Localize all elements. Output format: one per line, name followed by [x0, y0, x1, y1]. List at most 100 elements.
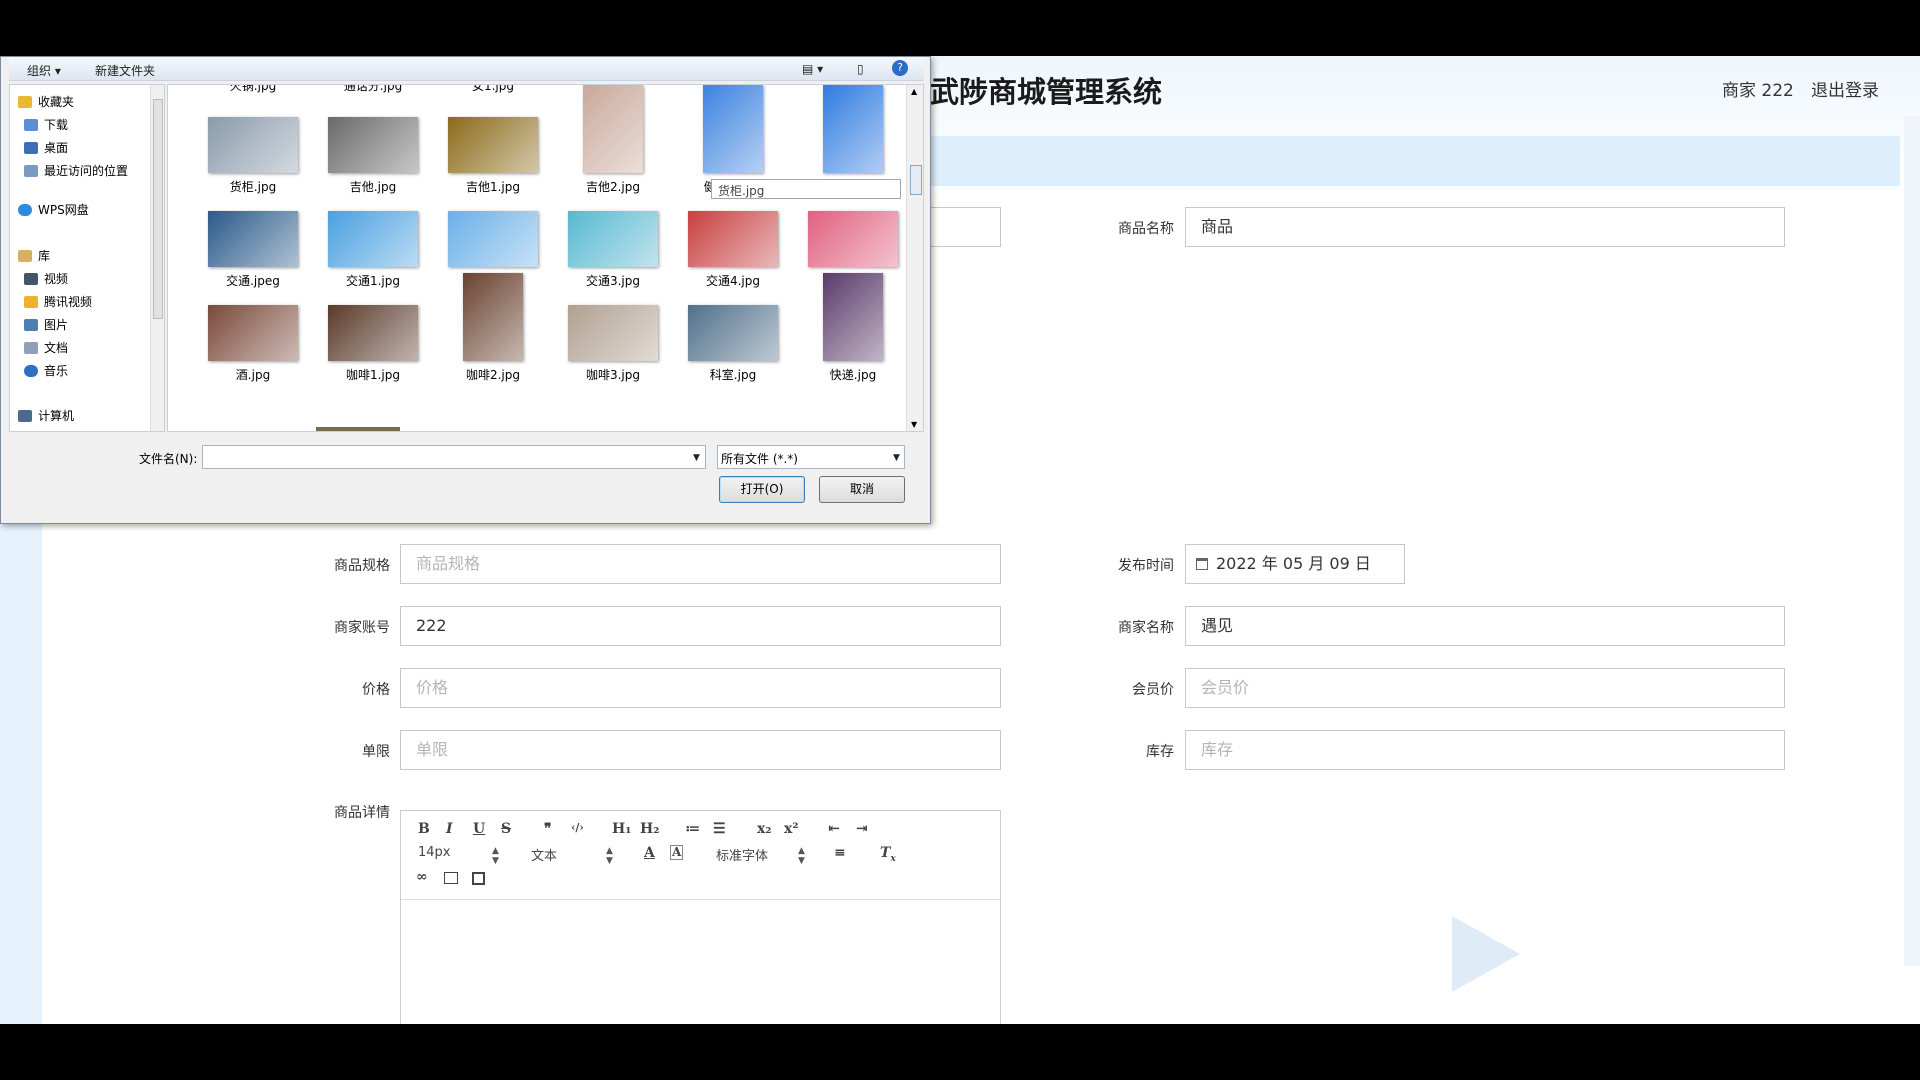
- outdent-button[interactable]: ⇤: [828, 821, 840, 837]
- file-thumbnail: [688, 211, 778, 267]
- align-icon[interactable]: ≡: [834, 845, 846, 861]
- partial-thumbnail: [316, 427, 400, 431]
- nav-scroll-thumb[interactable]: [153, 99, 163, 319]
- strike-button[interactable]: S: [501, 821, 511, 837]
- file-item[interactable]: 咖啡1.jpg: [318, 283, 428, 383]
- merchant-account-input[interactable]: 222: [400, 606, 1001, 646]
- font-size-caret-icon: ▲ ▼: [492, 846, 499, 866]
- scrollbar[interactable]: [1904, 116, 1920, 966]
- clear-format-icon[interactable]: Tx: [880, 845, 896, 864]
- help-icon[interactable]: ?: [892, 60, 908, 76]
- file-thumbnail: [328, 117, 418, 173]
- scroll-down-arrow-icon[interactable]: ▼: [911, 420, 917, 429]
- rich-text-editor[interactable]: B I U S ❞ ‹/› H₁ H₂ ≔ ☰ x₂ x² ⇤ ⇥ 14px ▲…: [400, 810, 1001, 1024]
- file-tooltip: 货柜.jpg: [711, 179, 901, 199]
- stock-input[interactable]: 库存: [1185, 730, 1785, 770]
- nav-library[interactable]: 库: [18, 247, 50, 264]
- nav-downloads[interactable]: 下载: [24, 116, 68, 133]
- bullet-list-button[interactable]: ☰: [713, 821, 726, 837]
- nav-desktop[interactable]: 桌面: [24, 139, 68, 156]
- filetype-dropdown-icon[interactable]: ▼: [893, 453, 900, 463]
- file-item[interactable]: 咖啡2.jpg: [438, 273, 548, 383]
- file-thumbnail: [823, 85, 883, 173]
- indent-button[interactable]: ⇥: [856, 821, 868, 837]
- price-label: 价格: [362, 682, 390, 698]
- file-item[interactable]: 交通3.jpg: [558, 189, 668, 289]
- open-button[interactable]: 打开(O): [719, 476, 805, 503]
- file-name: 咖啡3.jpg: [585, 368, 641, 382]
- desktop-icon: [24, 142, 38, 154]
- nav-recent[interactable]: 最近访问的位置: [24, 162, 128, 179]
- h1-button[interactable]: H₁: [612, 821, 631, 837]
- text-type-select[interactable]: 文本: [531, 845, 557, 864]
- font-size-select[interactable]: 14px: [418, 845, 451, 860]
- file-item[interactable]: 吉他.jpg: [318, 95, 428, 195]
- nav-scrollbar[interactable]: [150, 85, 164, 431]
- scroll-up-arrow-icon[interactable]: ▲: [911, 87, 917, 96]
- new-folder-button[interactable]: 新建文件夹: [95, 62, 155, 79]
- italic-button[interactable]: I: [446, 821, 453, 837]
- image-icon[interactable]: [444, 872, 458, 884]
- file-scroll-thumb[interactable]: [910, 165, 922, 195]
- font-color-icon[interactable]: A: [644, 845, 655, 861]
- subscript-button[interactable]: x₂: [757, 821, 771, 837]
- file-thumbnail: [448, 211, 538, 267]
- nav-videos[interactable]: 视频: [24, 270, 68, 287]
- nav-documents[interactable]: 文档: [24, 339, 68, 356]
- superscript-button[interactable]: x²: [784, 821, 798, 837]
- nav-favorites[interactable]: 收藏夹: [18, 93, 74, 110]
- file-open-dialog[interactable]: 组织 ▾ 新建文件夹 ▤ ▾ ▯ ? 收藏夹 下载 桌面 最近访问的位置 WPS…: [0, 56, 931, 524]
- file-item[interactable]: 科室.jpg: [678, 283, 788, 383]
- merchant-name-input[interactable]: 遇见: [1185, 606, 1785, 646]
- organize-menu[interactable]: 组织 ▾: [27, 62, 61, 79]
- nav-wps[interactable]: WPS网盘: [18, 201, 89, 218]
- member-price-label: 会员价: [1132, 682, 1174, 698]
- publish-time-picker[interactable]: 2022 年 05 月 09 日: [1185, 544, 1405, 584]
- editor-divider: [401, 899, 1001, 900]
- view-menu-icon[interactable]: ▤ ▾: [802, 62, 823, 76]
- file-item[interactable]: 交通.jpeg: [198, 189, 308, 289]
- file-item[interactable]: 吉他1.jpg: [438, 95, 548, 195]
- file-thumbnail: [688, 305, 778, 361]
- file-item[interactable]: 交通1.jpg: [318, 189, 428, 289]
- filetype-select[interactable]: 所有文件 (*.*): [717, 445, 905, 469]
- font-family-select[interactable]: 标准字体: [716, 845, 768, 864]
- product-name-input[interactable]: 商品: [1185, 207, 1785, 247]
- blockquote-button[interactable]: ❞: [544, 821, 552, 837]
- member-price-input[interactable]: 会员价: [1185, 668, 1785, 708]
- file-name: 酒.jpg: [235, 368, 271, 382]
- nav-pictures[interactable]: 图片: [24, 316, 68, 333]
- nav-tencent-video[interactable]: 腾讯视频: [24, 293, 92, 310]
- ordered-list-button[interactable]: ≔: [685, 821, 700, 837]
- computer-icon: [18, 410, 32, 422]
- filename-dropdown-icon[interactable]: ▼: [693, 453, 700, 463]
- preview-pane-icon[interactable]: ▯: [857, 62, 864, 76]
- download-folder-icon: [24, 119, 38, 131]
- file-scrollbar[interactable]: ▲ ▼: [906, 85, 923, 431]
- file-thumbnail: [823, 273, 883, 361]
- video-icon[interactable]: [472, 872, 485, 885]
- file-item[interactable]: 货柜.jpg: [198, 95, 308, 195]
- file-item[interactable]: 吉他2.jpg: [558, 85, 668, 195]
- file-item[interactable]: 快递.jpg: [798, 273, 908, 383]
- file-item[interactable]: 酒.jpg: [198, 283, 308, 383]
- link-icon[interactable]: ∞: [416, 869, 428, 885]
- spec-label: 商品规格: [334, 558, 390, 574]
- logout-link[interactable]: 退出登录: [1811, 76, 1879, 101]
- file-item[interactable]: 咖啡3.jpg: [558, 283, 668, 383]
- bold-button[interactable]: B: [418, 821, 430, 837]
- limit-input[interactable]: 单限: [400, 730, 1001, 770]
- underline-button[interactable]: U: [473, 821, 485, 837]
- file-name: 咖啡2.jpg: [465, 368, 521, 382]
- nav-music[interactable]: 音乐: [24, 362, 68, 379]
- code-button[interactable]: ‹/›: [571, 821, 584, 834]
- bgcolor-icon[interactable]: A: [670, 845, 684, 860]
- filename-input[interactable]: [202, 445, 706, 469]
- breadcrumb-band: [900, 136, 1900, 186]
- spec-input[interactable]: 商品规格: [400, 544, 1001, 584]
- h2-button[interactable]: H₂: [640, 821, 659, 837]
- nav-computer[interactable]: 计算机: [18, 407, 74, 424]
- cancel-button[interactable]: 取消: [819, 476, 905, 503]
- price-input[interactable]: 价格: [400, 668, 1001, 708]
- file-item[interactable]: 交通4.jpg: [678, 189, 788, 289]
